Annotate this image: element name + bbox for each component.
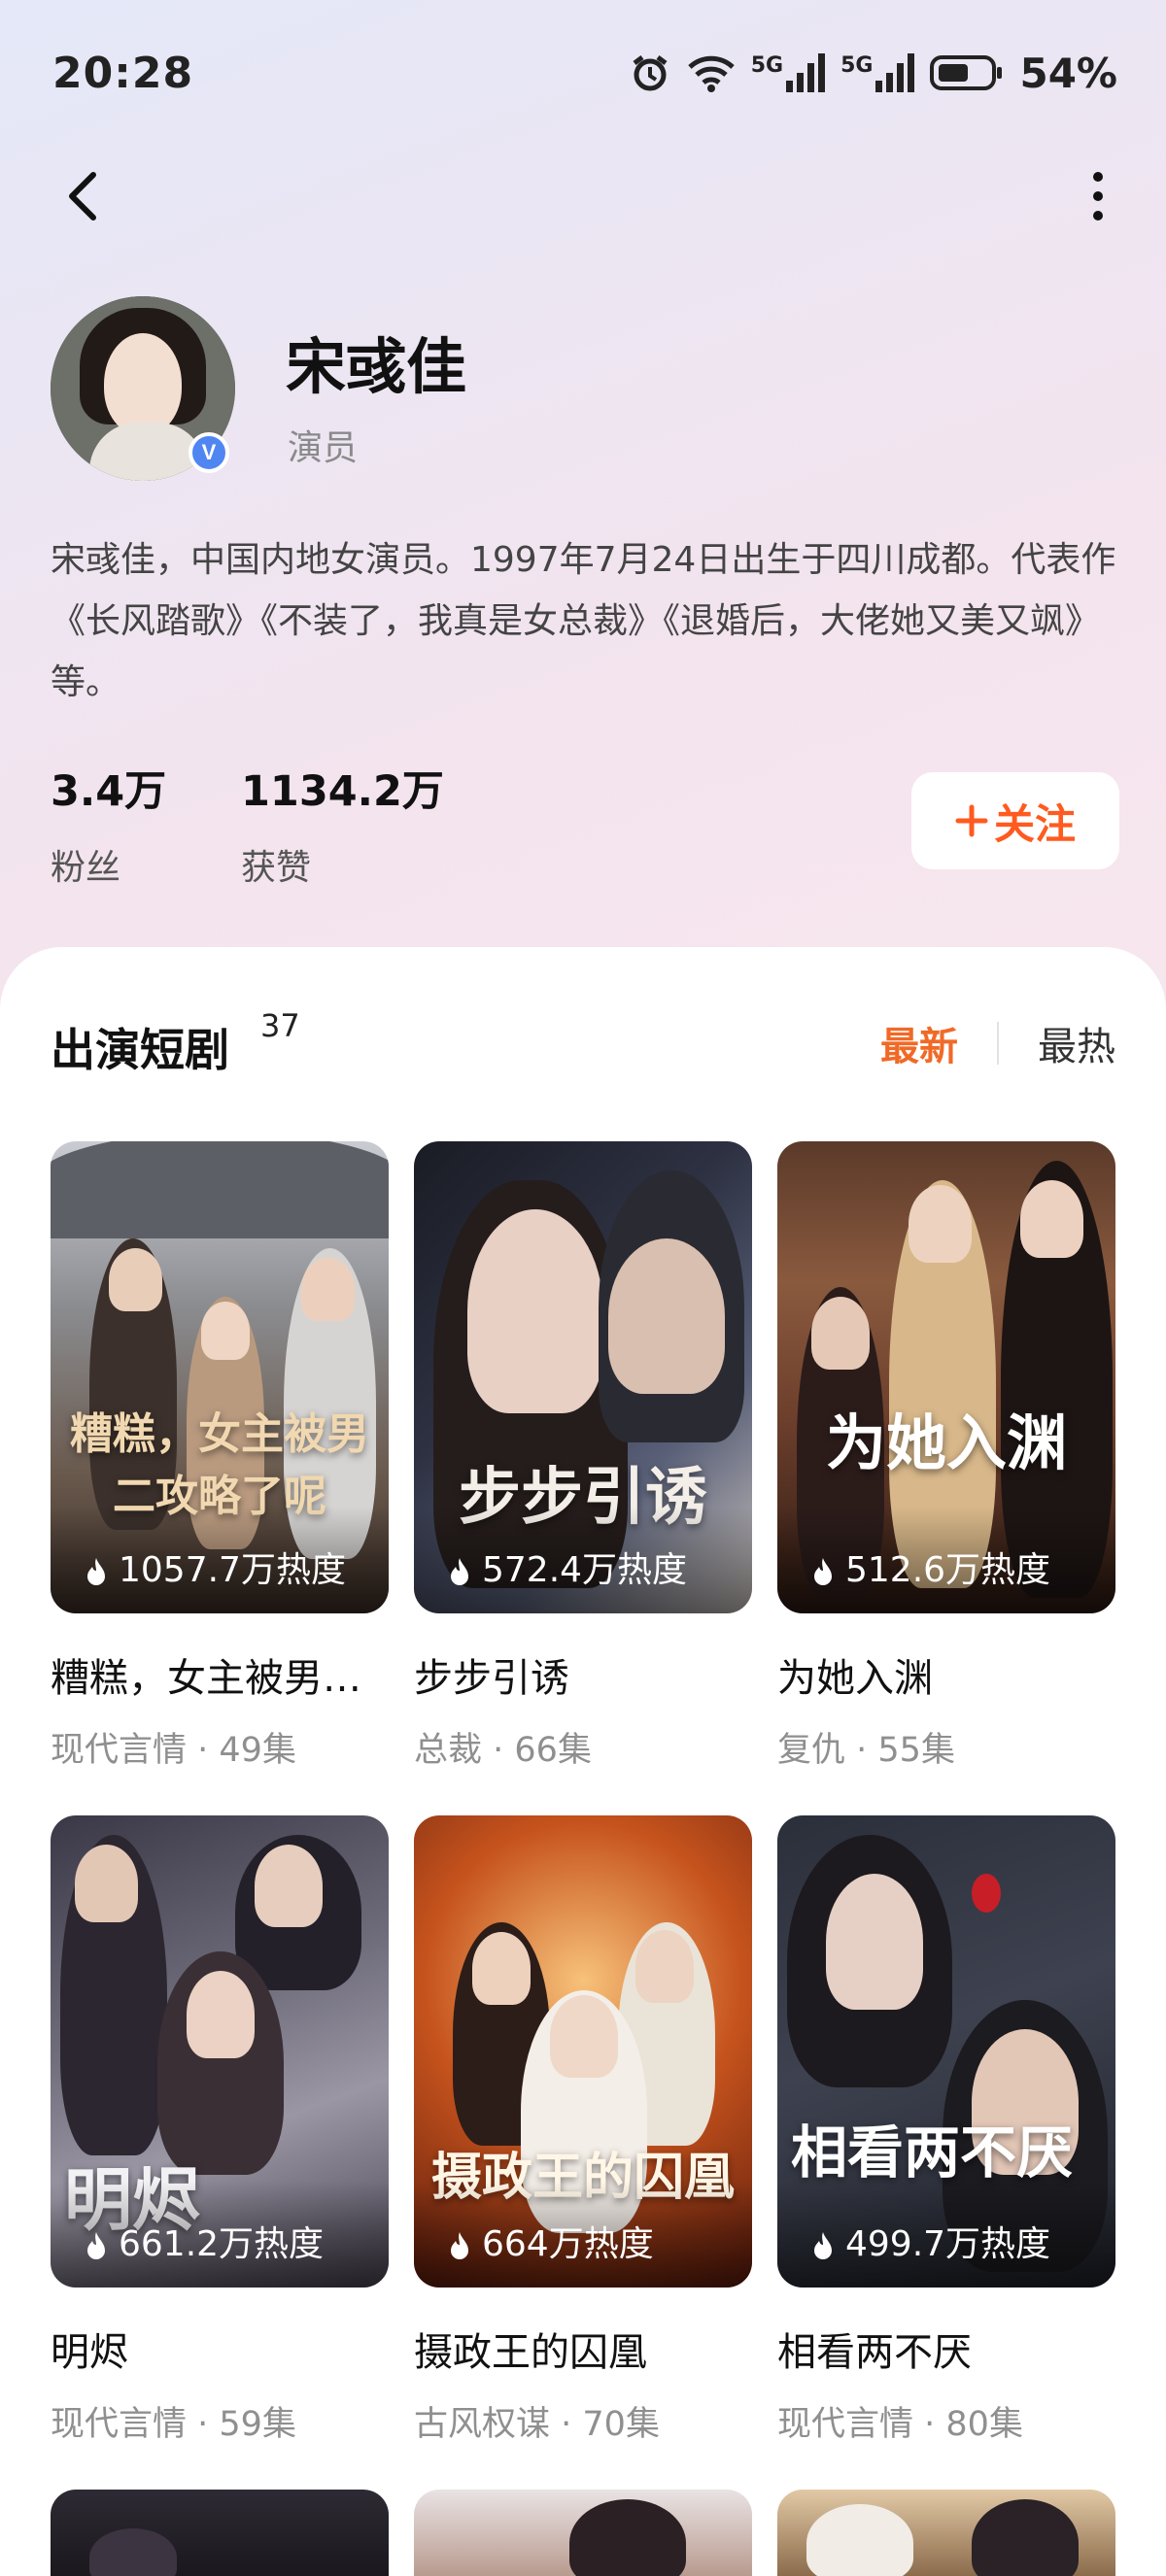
signal-icon: 5G	[840, 53, 915, 92]
tab-divider	[997, 1022, 999, 1065]
poster-title-art: 为她入渊	[825, 1407, 1067, 1478]
drama-card[interactable]: 相看两不厌 499.7万热度 相看两不厌 现代言情 · 80集	[777, 1815, 1115, 2446]
poster-title-art: 糟糕，女主被男二攻略了呢	[70, 1409, 369, 1521]
heat-value: 661.2万热度	[119, 2224, 325, 2264]
profile-stats: 3.4万 粉丝 1134.2万 获赞 关注	[51, 758, 1119, 888]
heat-value: 512.6万热度	[845, 1550, 1051, 1590]
network-type-label: 5G	[840, 53, 874, 78]
drama-title[interactable]: 为她入渊	[777, 1646, 1115, 1703]
drama-card[interactable]: 步步引诱 572.4万热度 步步引诱 总裁 · 66集	[414, 1141, 752, 1772]
profile-role: 演员	[288, 428, 359, 468]
drama-meta: 现代言情 · 80集	[777, 2405, 1023, 2444]
dramas-panel: 出演短剧 37 最新 最热 糟糕，女主被男二攻略了呢 1057.7万热度 糟糕，…	[0, 947, 1166, 2576]
chevron-left-icon	[69, 172, 96, 220]
more-options-button[interactable]	[1069, 167, 1127, 225]
drama-card[interactable]	[777, 2490, 1115, 2576]
status-bar: 20:28 5G 5G 54%	[0, 0, 1166, 146]
drama-poster[interactable]: 明烬 661.2万热度	[51, 1815, 389, 2288]
follow-button[interactable]: 关注	[911, 772, 1119, 869]
drama-poster[interactable]: 步步引诱 572.4万热度	[414, 1141, 752, 1613]
drama-title[interactable]: 糟糕，女主被男二攻略了呢	[51, 1646, 389, 1703]
top-nav	[0, 146, 1166, 253]
avatar[interactable]: V	[51, 296, 235, 481]
drama-title[interactable]: 明烬	[51, 2321, 389, 2377]
drama-card[interactable]: 明烬 661.2万热度 明烬 现代言情 · 59集	[51, 1815, 389, 2446]
fans-stat[interactable]: 3.4万 粉丝	[51, 758, 166, 890]
drama-meta: 现代言情 · 49集	[51, 1731, 296, 1770]
heat-badge: 572.4万热度	[414, 1507, 752, 1613]
drama-poster[interactable]	[414, 2490, 752, 2576]
heat-badge: 512.6万热度	[777, 1507, 1115, 1613]
drama-meta: 古风权谋 · 70集	[414, 2405, 660, 2444]
drama-meta: 复仇 · 55集	[777, 1731, 955, 1770]
profile-name: 宋彧佳	[286, 331, 467, 402]
fans-label: 粉丝	[51, 848, 121, 888]
flame-icon	[814, 1558, 832, 1585]
sort-tabs: 最新 最热	[880, 1015, 1115, 1071]
poster-title-art: 相看两不厌	[791, 2119, 1074, 2186]
drama-poster[interactable]: 摄政王的囚凰 664万热度	[414, 1815, 752, 2288]
status-time: 20:28	[52, 48, 194, 98]
heat-badge: 664万热度	[414, 2181, 752, 2288]
battery-percentage: 54%	[1019, 49, 1117, 97]
flame-icon	[87, 1558, 105, 1585]
section-count: 37	[260, 1007, 300, 1044]
flame-icon	[451, 2232, 468, 2259]
heat-badge: 1057.7万热度	[51, 1507, 389, 1613]
drama-meta: 现代言情 · 59集	[51, 2405, 296, 2444]
section-header: 出演短剧 37 最新 最热	[51, 1007, 1115, 1083]
flame-icon	[814, 2232, 832, 2259]
follow-label: 关注	[993, 799, 1076, 848]
drama-card[interactable]: 糟糕，女主被男二攻略了呢 1057.7万热度 糟糕，女主被男二攻略了呢 现代言情…	[51, 1141, 389, 1772]
heat-value: 572.4万热度	[482, 1550, 688, 1590]
drama-poster[interactable]: 相看两不厌 499.7万热度	[777, 1815, 1115, 2288]
tab-latest[interactable]: 最新	[880, 1015, 958, 1071]
drama-poster[interactable]	[51, 2490, 389, 2576]
fans-count: 3.4万	[51, 767, 167, 816]
drama-title[interactable]: 摄政王的囚凰	[414, 2321, 752, 2377]
section-title: 出演短剧	[51, 1024, 229, 1076]
profile-bio: 宋彧佳，中国内地女演员。1997年7月24日出生于四川成都。代表作《长风踏歌》《…	[51, 540, 1116, 702]
flame-icon	[451, 1558, 468, 1585]
heat-value: 664万热度	[482, 2224, 654, 2264]
drama-card[interactable]	[414, 2490, 752, 2576]
back-button[interactable]	[56, 167, 115, 225]
drama-title[interactable]: 步步引诱	[414, 1646, 752, 1703]
alarm-icon	[633, 55, 668, 91]
tab-hottest[interactable]: 最热	[1038, 1015, 1115, 1071]
drama-title[interactable]: 相看两不厌	[777, 2321, 1115, 2377]
likes-label: 获赞	[241, 848, 312, 888]
drama-card[interactable]: 摄政王的囚凰 664万热度 摄政王的囚凰 古风权谋 · 70集	[414, 1815, 752, 2446]
heat-badge: 499.7万热度	[777, 2181, 1115, 2288]
drama-poster[interactable]	[777, 2490, 1115, 2576]
drama-meta: 总裁 · 66集	[414, 1731, 592, 1770]
heat-value: 499.7万热度	[845, 2224, 1051, 2264]
status-icons: 5G 5G 54%	[629, 50, 1117, 97]
drama-poster[interactable]: 糟糕，女主被男二攻略了呢 1057.7万热度	[51, 1141, 389, 1613]
drama-poster[interactable]: 为她入渊 512.6万热度	[777, 1141, 1115, 1613]
verified-badge: V	[189, 432, 229, 473]
profile-header: V 宋彧佳 演员	[51, 296, 1119, 491]
drama-card[interactable]	[51, 2490, 389, 2576]
plus-icon	[955, 804, 988, 837]
flame-icon	[87, 2232, 105, 2259]
wifi-icon	[688, 55, 735, 92]
battery-icon	[930, 55, 1003, 90]
drama-card[interactable]: 为她入渊 512.6万热度 为她入渊 复仇 · 55集	[777, 1141, 1115, 1772]
heat-value: 1057.7万热度	[119, 1550, 346, 1590]
signal-icon: 5G	[750, 53, 826, 92]
heat-badge: 661.2万热度	[51, 2181, 389, 2288]
more-vertical-icon	[1093, 172, 1103, 182]
likes-count: 1134.2万	[241, 767, 444, 816]
likes-stat: 1134.2万 获赞	[241, 758, 444, 890]
network-type-label: 5G	[750, 53, 784, 78]
